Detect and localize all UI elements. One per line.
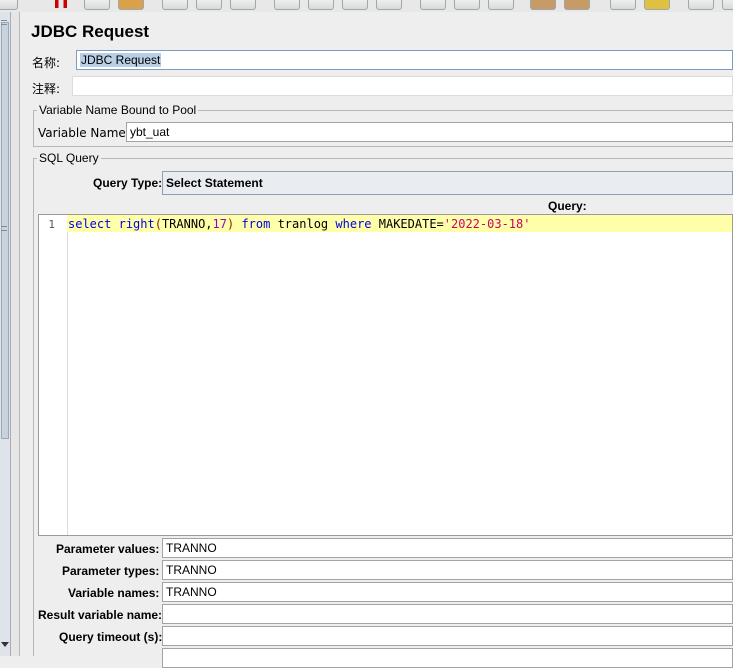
start-no-pause-button[interactable] — [308, 0, 334, 10]
grip-icon — [1, 226, 7, 231]
query-token: where — [335, 217, 372, 231]
toolbar-button[interactable] — [0, 0, 18, 10]
query-token: TRANNO, — [161, 217, 213, 231]
cut-icon[interactable] — [55, 0, 67, 8]
stop-button[interactable] — [342, 0, 368, 10]
paste-button[interactable] — [118, 0, 144, 10]
pool-section-legend: Variable Name Bound to Pool — [39, 103, 197, 117]
search-button[interactable] — [610, 0, 636, 10]
line-number: 1 — [48, 218, 55, 231]
jdbc-request-panel: JDBC Request 名称: JDBC Request 注释: Variab… — [20, 12, 733, 668]
query-token: from — [241, 217, 271, 231]
variable-names-field[interactable]: TRANNO — [162, 582, 733, 602]
page-title: JDBC Request — [31, 22, 150, 41]
query-type-select[interactable]: Select Statement — [162, 171, 733, 195]
function-helper-button[interactable] — [688, 0, 714, 10]
query-token — [111, 217, 118, 231]
sql-query-section-legend: SQL Query — [39, 151, 99, 165]
parameter-types-field[interactable]: TRANNO — [162, 560, 733, 580]
remote-shutdown-button[interactable] — [488, 0, 514, 10]
name-field[interactable]: JDBC Request — [76, 50, 733, 70]
tree-scrollbar[interactable] — [0, 12, 11, 656]
query-token: ( — [154, 217, 162, 231]
query-token: '2022-03-18' — [443, 217, 531, 231]
scroll-down-arrow-icon[interactable] — [1, 642, 9, 647]
comments-field[interactable] — [72, 76, 733, 96]
query-token: right — [118, 217, 155, 231]
query-text[interactable]: select right(TRANNO,17) from tranlog whe… — [68, 217, 530, 231]
variable-names-label: Variable names: — [68, 586, 160, 600]
collapse-button[interactable] — [196, 0, 222, 10]
query-token: 17 — [212, 217, 227, 231]
line-number-gutter: 1 — [39, 215, 68, 535]
reset-search-button[interactable] — [644, 0, 670, 10]
query-type-label: Query Type: — [93, 176, 163, 190]
clear-all-button[interactable] — [564, 0, 590, 10]
help-button[interactable] — [722, 0, 733, 10]
parameter-values-field[interactable]: TRANNO — [162, 538, 733, 558]
query-token: select — [68, 217, 112, 231]
comments-label: 注释: — [32, 82, 61, 96]
query-token: MAKEDATE= — [371, 217, 444, 231]
result-variable-name-field[interactable] — [162, 604, 733, 624]
query-timeout-label: Query timeout (s): — [59, 630, 163, 644]
query-timeout-field[interactable] — [162, 626, 733, 646]
query-label: Query: — [548, 199, 587, 213]
remote-start-button[interactable] — [420, 0, 446, 10]
clear-button[interactable] — [530, 0, 556, 10]
name-value: JDBC Request — [80, 53, 162, 67]
start-button[interactable] — [274, 0, 300, 10]
next-field[interactable] — [162, 648, 733, 668]
variable-name-field[interactable]: ybt_uat — [126, 122, 733, 142]
sql-query-editor[interactable]: 1 select right(TRANNO,17) from tranlog w… — [38, 214, 733, 536]
remote-stop-button[interactable] — [454, 0, 480, 10]
variable-name-label: Variable Name: — [38, 126, 130, 140]
copy-button[interactable] — [84, 0, 110, 10]
toggle-button[interactable] — [230, 0, 256, 10]
parameter-types-label: Parameter types: — [62, 564, 160, 578]
parameter-values-label: Parameter values: — [56, 542, 160, 556]
result-variable-name-label: Result variable name: — [38, 608, 163, 622]
expand-button[interactable] — [162, 0, 188, 10]
main-toolbar — [0, 0, 733, 12]
grip-icon — [1, 20, 7, 25]
query-token: tranlog — [270, 217, 336, 231]
shutdown-button[interactable] — [376, 0, 402, 10]
name-label: 名称: — [32, 56, 61, 70]
pane-splitter[interactable] — [11, 12, 20, 656]
